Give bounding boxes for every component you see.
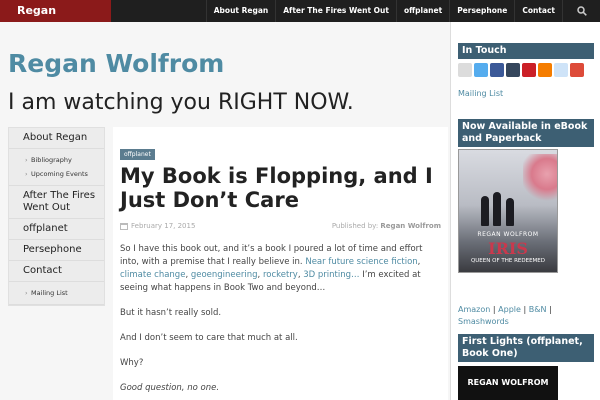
nav-offplanet[interactable]: offplanet [395, 0, 449, 22]
post-title[interactable]: My Book is Flopping, and I Just Don’t Ca… [120, 164, 441, 212]
right-sidebar: In Touch Mailing List Now Available in e… [452, 22, 600, 400]
sidenav-about[interactable]: About Regan [9, 128, 104, 149]
top-navbar: Regan Wolfrom About Regan After The Fire… [0, 0, 600, 39]
author-link[interactable]: Regan Wolfrom [380, 222, 441, 230]
sidenav-after-the-fires[interactable]: After The Fires Went Out [9, 186, 104, 219]
link-near-future-sf[interactable]: Near future science fiction [305, 257, 417, 267]
sidenav-persephone[interactable]: Persephone [9, 240, 104, 261]
mailing-list-link[interactable]: Mailing List [458, 89, 503, 98]
sidenav-about-submenu: Bibliography Upcoming Events [9, 149, 104, 186]
widget-title-in-touch: In Touch [458, 43, 594, 59]
category-badge[interactable]: offplanet [120, 149, 155, 160]
link-rocketry[interactable]: rocketry [263, 270, 298, 280]
book-cover-iris[interactable]: REGAN WOLFROM IRIS QUEEN OF THE REDEEMED [458, 149, 558, 273]
link-geoengineering[interactable]: geoengineering [191, 270, 258, 280]
site-title[interactable]: Regan Wolfrom [8, 49, 224, 78]
sidenav-bibliography[interactable]: Bibliography [9, 153, 104, 167]
sidenav-contact-submenu: Mailing List [9, 282, 104, 305]
post-article: offplanet My Book is Flopping, and I Jus… [113, 127, 448, 400]
social-icons [458, 63, 584, 77]
cover-figure [493, 192, 501, 226]
search-icon [577, 6, 587, 16]
search-button[interactable] [562, 0, 600, 22]
pinterest-icon[interactable] [522, 63, 536, 77]
published-by-label: Published by: [331, 222, 379, 230]
sidenav-upcoming-events[interactable]: Upcoming Events [9, 167, 104, 181]
nav-contact[interactable]: Contact [514, 0, 562, 22]
blogger-icon[interactable] [538, 63, 552, 77]
post-author: Published by: Regan Wolfrom [332, 222, 441, 230]
facebook-icon[interactable] [490, 63, 504, 77]
separator: | [492, 305, 496, 314]
twitter-icon[interactable] [474, 63, 488, 77]
brand-link[interactable]: Regan Wolfrom [0, 0, 111, 39]
widget-title-ebook: Now Available in eBook and Paperback [458, 119, 594, 147]
buy-bn-link[interactable]: B&N [529, 305, 547, 314]
paragraph: But it hasn’t really sold. [120, 308, 222, 318]
cover-figure [506, 198, 514, 226]
tumblr-icon[interactable] [506, 63, 520, 77]
paragraph: And I don’t seem to care that much at al… [120, 333, 298, 343]
cover-title: IRIS [488, 239, 528, 258]
sidenav-offplanet[interactable]: offplanet [9, 219, 104, 240]
link-3d-printing[interactable]: 3D printing… [303, 270, 359, 280]
buy-links: Amazon | Apple | B&N | Smashwords [458, 304, 588, 328]
separator: | [523, 305, 527, 314]
cover-subtitle: QUEEN OF THE REDEEMED [470, 258, 546, 264]
widget-title-first-lights: First Lights (offplanet, Book One) [458, 334, 594, 362]
sidenav-mailing-list[interactable]: Mailing List [9, 286, 104, 300]
post-body: So I have this book out, and it’s a book… [120, 243, 441, 395]
mail-icon[interactable] [458, 63, 472, 77]
sidenav-contact[interactable]: Contact [9, 261, 104, 282]
site-tagline: I am watching you RIGHT NOW. [8, 90, 354, 115]
nav-after-the-fires[interactable]: After The Fires Went Out [275, 0, 396, 22]
separator: | [548, 305, 552, 314]
paragraph: So I have this book out, and it’s a book… [120, 244, 423, 293]
book-cover-first-lights[interactable]: REGAN WOLFROM [458, 366, 558, 400]
cover-blossom [523, 154, 557, 204]
paragraph: Why? [120, 358, 144, 368]
link-climate-change[interactable]: climate change [120, 270, 185, 280]
reddit-icon[interactable] [554, 63, 568, 77]
google-plus-icon[interactable] [570, 63, 584, 77]
side-nav: About Regan Bibliography Upcoming Events… [8, 127, 105, 306]
buy-apple-link[interactable]: Apple [498, 305, 521, 314]
nav-about-regan[interactable]: About Regan [205, 0, 276, 22]
buy-smashwords-link[interactable]: Smashwords [458, 317, 509, 326]
post-date: February 17, 2015 [131, 222, 196, 230]
paragraph-text: Good question, no one. [120, 383, 220, 393]
buy-amazon-link[interactable]: Amazon [458, 305, 490, 314]
paragraph: Good question, no one. [120, 382, 441, 395]
cover-author: REGAN WOLFROM [477, 231, 539, 238]
top-nav: About Regan After The Fires Went Out off… [205, 0, 562, 22]
nav-persephone[interactable]: Persephone [449, 0, 514, 22]
cover-figure [481, 196, 489, 226]
post-meta: February 17, 2015 Published by: Regan Wo… [120, 222, 441, 234]
